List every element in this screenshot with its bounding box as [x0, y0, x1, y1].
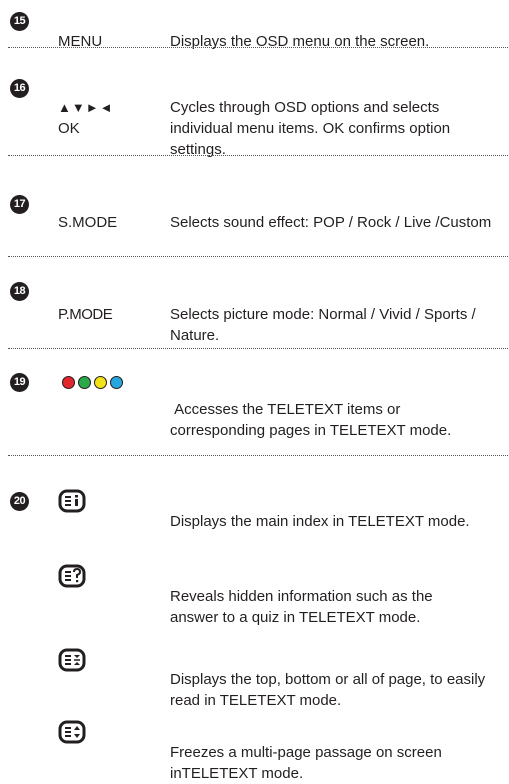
item-number-17: 17	[10, 195, 29, 214]
p-mode-key-label: P.MODE	[58, 306, 113, 323]
ok-key-label: OK	[58, 120, 80, 137]
teletext-index-icon	[58, 489, 86, 513]
menu-description: Displays the OSD menu on the screen.	[170, 33, 430, 50]
teletext-reveal-description: Reveals hidden information such as the a…	[170, 588, 433, 626]
teletext-size-icon	[58, 648, 86, 672]
p-mode-description: Selects picture mode: Normal / Vivid / S…	[170, 306, 476, 344]
s-mode-description: Selects sound effect: POP / Rock / Live …	[170, 214, 492, 231]
teletext-reveal-icon	[58, 564, 86, 588]
arrow-keys-label: ▲▼►◄	[58, 100, 114, 115]
separator	[8, 256, 508, 257]
item-number-16: 16	[10, 79, 29, 98]
item-number-18: 18	[10, 282, 29, 301]
yellow-button-icon	[94, 376, 107, 389]
color-buttons	[62, 376, 126, 394]
green-button-icon	[78, 376, 91, 389]
item-number-19: 19	[10, 373, 29, 392]
separator	[8, 455, 508, 456]
s-mode-key-label: S.MODE	[58, 214, 118, 231]
item-number-15: 15	[10, 12, 29, 31]
blue-button-icon	[110, 376, 123, 389]
color-buttons-description: Accesses the TELETEXT items or correspon…	[170, 401, 452, 439]
teletext-index-description: Displays the main index in TELETEXT mode…	[170, 513, 470, 530]
item-number-20: 20	[10, 492, 29, 511]
separator	[8, 348, 508, 349]
menu-key-label: MENU	[58, 33, 103, 50]
separator	[8, 47, 508, 48]
red-button-icon	[62, 376, 75, 389]
teletext-size-description: Displays the top, bottom or all of page,…	[170, 671, 486, 709]
navigation-description: Cycles through OSD options and selects i…	[170, 99, 451, 158]
teletext-hold-icon	[58, 720, 86, 744]
separator	[8, 155, 508, 156]
